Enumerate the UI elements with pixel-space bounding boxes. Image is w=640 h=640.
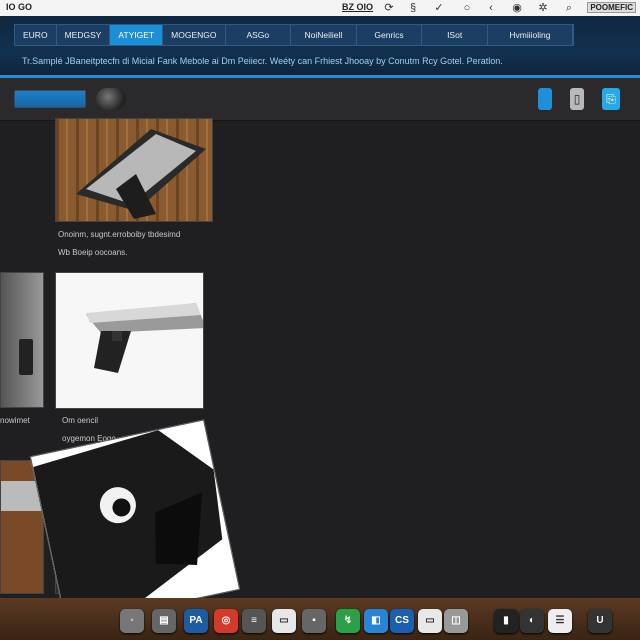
pistol-closeup-image: [33, 430, 223, 613]
tab-medgsy[interactable]: MEDGSY: [57, 25, 111, 45]
tab-asgo[interactable]: ASGo: [226, 25, 292, 45]
mouse-button[interactable]: ▯: [570, 88, 584, 110]
tab-genrics[interactable]: Genrics: [357, 25, 423, 45]
card-caption-1: Onoinm, sugnt.erroboiby tbdesimd Wb Boei…: [58, 226, 180, 262]
refresh-icon[interactable]: ⟳: [382, 1, 396, 15]
caption-line: Om oencil: [62, 416, 99, 425]
share-button[interactable]: ⎘: [602, 88, 620, 110]
tab-hvmiiioling[interactable]: Hvmiiioling: [488, 25, 573, 45]
camera-lens-icon[interactable]: [96, 88, 126, 110]
dock-app-icon[interactable]: ◧: [364, 609, 388, 633]
dock-app-icon[interactable]: ▭: [418, 609, 442, 633]
pistol-photo-2[interactable]: [55, 272, 204, 409]
gear-icon[interactable]: ✲: [536, 1, 550, 15]
tab-isot[interactable]: ISot: [422, 25, 488, 45]
tab-mogengo[interactable]: MOGENGO: [163, 25, 226, 45]
caption-line: nowimet: [0, 416, 30, 425]
dock-app-icon[interactable]: ☰: [548, 609, 572, 633]
dock-app-icon[interactable]: ↯: [336, 609, 360, 633]
dock-app-icon[interactable]: ◐: [520, 609, 544, 633]
dock-app-icon[interactable]: ◫: [444, 609, 468, 633]
tab-atyiget[interactable]: ATYIGET: [110, 25, 164, 45]
bubble-icon[interactable]: ○: [460, 1, 474, 15]
dock-app-icon[interactable]: PA: [184, 609, 208, 633]
navigation-header: EURO MEDGSY ATYIGET MOGENGO ASGo NoiNeil…: [0, 16, 640, 78]
progress-fill: [15, 91, 85, 107]
system-menu-bar: IO GO BZ OIO ⟳ § ✓ ○ ‹ ◉ ✲ ⌕ POOMEFIC: [0, 0, 640, 17]
dock: ◦ ▤ PA ◎ ≡ ▭ ▪ ↯ ◧ CS ▭ ◫ ▮ ◐ ☰ U: [0, 598, 640, 640]
s-icon[interactable]: §: [406, 1, 420, 15]
dock-app-icon[interactable]: ≡: [242, 609, 266, 633]
dock-app-icon[interactable]: ▮: [494, 609, 518, 633]
caption-line: Wb Boeip oocoans.: [58, 248, 128, 257]
tab-bar: EURO MEDGSY ATYIGET MOGENGO ASGo NoiNeil…: [14, 24, 574, 46]
dock-shelf: ◦ ▤ PA ◎ ≡ ▭ ▪ ↯ ◧ CS ▭ ◫ ▮ ◐ ☰ U: [110, 602, 612, 634]
caption-line: Onoinm, sugnt.erroboiby tbdesimd: [58, 230, 181, 239]
toggle-button[interactable]: [538, 88, 552, 110]
dock-app-icon[interactable]: ▪: [302, 609, 326, 633]
pistol-photo-side[interactable]: [0, 272, 44, 408]
progress-bar: [14, 90, 86, 108]
pistol-photo-1[interactable]: [55, 118, 213, 222]
dock-app-icon[interactable]: ◎: [214, 609, 238, 633]
back-icon[interactable]: ‹: [484, 1, 498, 15]
check-icon[interactable]: ✓: [432, 1, 446, 15]
pistol-image: [86, 303, 203, 373]
dock-app-icon[interactable]: CS: [390, 609, 414, 633]
search-icon[interactable]: ⌕: [562, 1, 576, 15]
status-badge: POOMEFIC: [587, 2, 636, 13]
dock-app-icon[interactable]: ▤: [152, 609, 176, 633]
toolbar: ▯ ⎘: [0, 78, 640, 121]
pistol-image: [56, 119, 212, 221]
dock-app-icon[interactable]: U: [588, 609, 612, 633]
code-label[interactable]: BZ OIO: [342, 2, 373, 12]
page-subtitle: Tr.Samplé JBaneitptecfn di Micial Fank M…: [22, 56, 503, 66]
pistol-photo-overlay[interactable]: [29, 419, 241, 627]
tab-euro[interactable]: EURO: [15, 25, 57, 45]
dock-app-icon[interactable]: ▭: [272, 609, 296, 633]
pistol-grip-shape: [19, 339, 33, 375]
record-icon[interactable]: ◉: [510, 1, 524, 15]
tab-noineiliell[interactable]: NoiNeiliell: [291, 25, 357, 45]
dock-app-icon[interactable]: ◦: [120, 609, 144, 633]
card-caption-side: nowimet: [0, 412, 30, 430]
app-label[interactable]: IO GO: [6, 2, 32, 12]
